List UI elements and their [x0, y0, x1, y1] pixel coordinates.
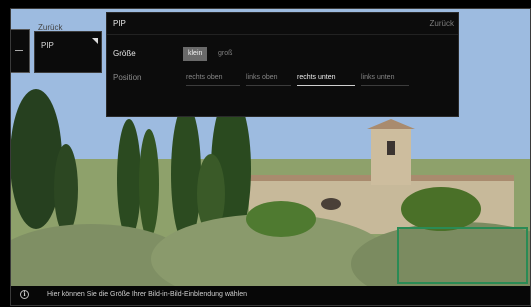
position-option-top-left[interactable]: links oben — [246, 71, 291, 86]
panel-divider — [107, 34, 458, 35]
back-button[interactable]: Zurück — [430, 19, 454, 28]
position-option-top-right[interactable]: rechts oben — [186, 71, 240, 86]
position-option-bottom-right[interactable]: rechts unten — [297, 71, 355, 86]
side-menu-stub[interactable] — [11, 29, 30, 73]
size-label: Größe — [113, 49, 136, 58]
size-option-small[interactable]: klein — [183, 47, 208, 61]
tv-screen: Zurück PIP PIP Zurück Größe klein groß P… — [10, 8, 531, 306]
info-icon: i — [20, 290, 29, 299]
pip-menu-tile[interactable]: Zurück PIP — [34, 23, 102, 73]
panel-title: PIP — [113, 19, 126, 28]
dash-icon — [15, 50, 23, 51]
size-option-large[interactable]: groß — [218, 47, 232, 61]
info-bar: i Hier können Sie die Größe Ihrer Bild-i… — [11, 286, 530, 305]
pip-settings-panel: PIP Zurück Größe klein groß Position rec… — [106, 12, 459, 117]
position-option-bottom-left[interactable]: links unten — [361, 71, 409, 86]
pip-tile-ghost-label: Zurück — [38, 23, 63, 32]
info-text: Hier können Sie die Größe Ihrer Bild-in-… — [47, 291, 247, 298]
corner-flag-icon — [92, 38, 98, 44]
pip-window-frame — [397, 227, 528, 284]
pip-tile-label: PIP — [41, 41, 54, 50]
position-label: Position — [113, 73, 142, 82]
